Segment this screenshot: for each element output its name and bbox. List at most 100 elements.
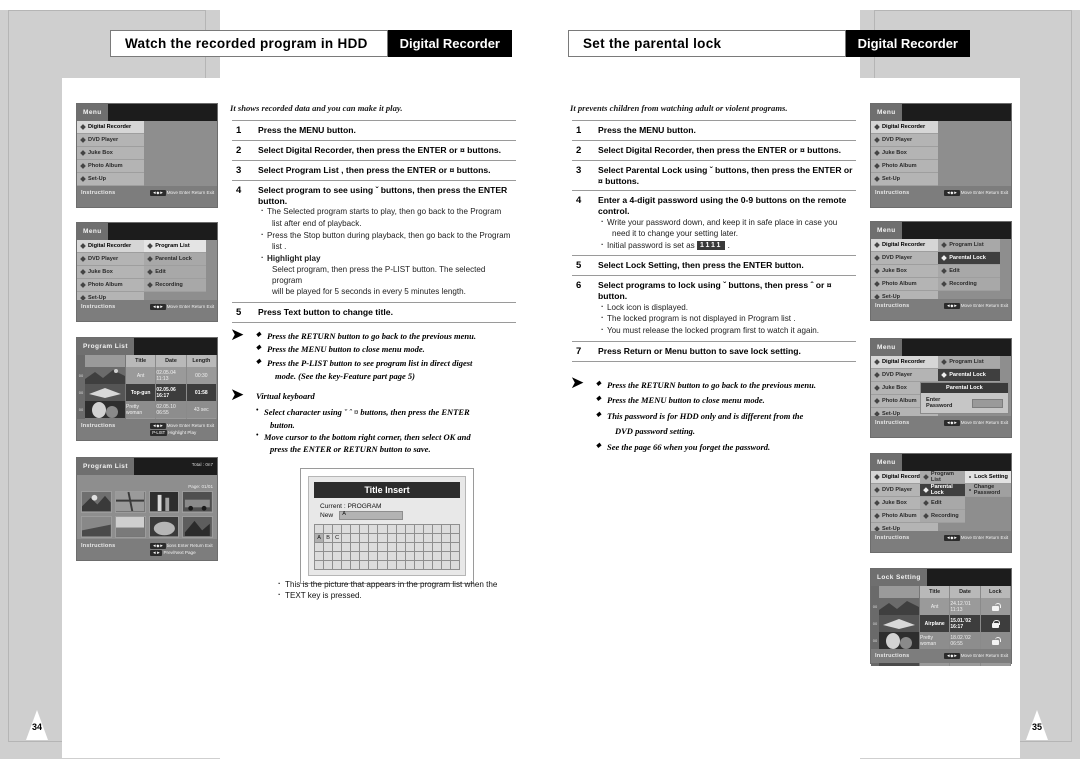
digest-grid[interactable]: [81, 491, 213, 538]
menu-item-dvd-player[interactable]: DVD Player: [871, 369, 939, 382]
submenu-item-parental-lock[interactable]: Parental Lock: [938, 252, 1000, 265]
kb-key[interactable]: [315, 561, 325, 570]
digest-thumb[interactable]: [114, 491, 146, 513]
kb-key[interactable]: [387, 561, 397, 570]
menu-item-juke-box[interactable]: Juke Box: [77, 147, 145, 160]
kb-key[interactable]: [414, 552, 424, 561]
kb-key[interactable]: [432, 543, 442, 552]
kb-key[interactable]: [414, 534, 424, 543]
table-row[interactable]: 00 Ant 02.05.04 11:13 00:30: [77, 367, 217, 384]
kb-key[interactable]: [414, 525, 424, 534]
digest-thumb[interactable]: [114, 516, 146, 538]
kb-key[interactable]: [342, 561, 352, 570]
kb-key[interactable]: [450, 525, 460, 534]
menu-item-photo-album[interactable]: Photo Album: [77, 279, 145, 292]
kb-key[interactable]: [423, 561, 433, 570]
cell-lock[interactable]: [980, 598, 1011, 615]
kb-key[interactable]: [324, 561, 334, 570]
kb-key[interactable]: [432, 561, 442, 570]
menu-item-juke-box[interactable]: Juke Box: [871, 265, 939, 278]
submenu-item-parental-lock[interactable]: Parental Lock: [938, 369, 1000, 382]
kb-key[interactable]: [315, 525, 325, 534]
kb-key-b[interactable]: B: [324, 534, 334, 543]
table-row[interactable]: 00 Pretty woman 02.05.10 06:55 43 sec: [77, 401, 217, 418]
kb-key[interactable]: [387, 525, 397, 534]
kb-key[interactable]: [324, 552, 334, 561]
submenu-item-edit[interactable]: Edit: [938, 265, 1000, 278]
kb-key[interactable]: [378, 561, 388, 570]
menu-item-dvd-player[interactable]: DVD Player: [77, 134, 145, 147]
menu-item-photo-album[interactable]: Photo Album: [871, 160, 939, 173]
kb-key[interactable]: [351, 543, 361, 552]
submenu-item-program-list[interactable]: Program List: [938, 356, 1000, 369]
menu-item-digital-recorder[interactable]: Digital Recorder: [77, 121, 145, 134]
menu-item-set-up[interactable]: Set-Up: [77, 173, 145, 186]
kb-key-a[interactable]: A: [315, 534, 325, 543]
kb-key[interactable]: [342, 552, 352, 561]
digest-thumb[interactable]: [148, 516, 180, 538]
submenu-item-edit[interactable]: Edit: [920, 497, 965, 510]
kb-key[interactable]: [396, 534, 406, 543]
menu-item-digital-recorder[interactable]: Digital Recorder: [77, 240, 145, 253]
kb-key-c[interactable]: C: [333, 534, 343, 543]
kb-key[interactable]: [396, 561, 406, 570]
kb-key[interactable]: [396, 525, 406, 534]
digest-thumb[interactable]: [182, 491, 213, 513]
kb-key[interactable]: [342, 534, 352, 543]
kb-key[interactable]: [378, 552, 388, 561]
kb-key[interactable]: [432, 552, 442, 561]
kb-key[interactable]: [387, 534, 397, 543]
cell-lock[interactable]: [980, 632, 1011, 649]
kb-key[interactable]: [351, 534, 361, 543]
kb-key[interactable]: [450, 552, 460, 561]
menu-item-dvd-player[interactable]: DVD Player: [871, 252, 939, 265]
menu-item-juke-box[interactable]: Juke Box: [871, 147, 939, 160]
kb-key[interactable]: [450, 534, 460, 543]
menu-item-digital-recorder[interactable]: Digital Recorder: [871, 121, 939, 134]
submenu-item-parental-lock[interactable]: Parental Lock: [920, 484, 965, 497]
kb-key[interactable]: [423, 534, 433, 543]
kb-key[interactable]: [333, 525, 343, 534]
kb-key[interactable]: [423, 552, 433, 561]
table-row[interactable]: 00 Pretty woman 18.02.'02 06:55: [871, 632, 1011, 649]
submenu-item-recording[interactable]: Recording: [920, 510, 965, 523]
menu-item-digital-recorder[interactable]: Digital Recorder: [871, 239, 939, 252]
submenu-item-program-list[interactable]: Program List: [144, 240, 206, 253]
kb-key[interactable]: [450, 561, 460, 570]
kb-key[interactable]: [441, 561, 451, 570]
kb-key[interactable]: [369, 525, 379, 534]
submenu-item-program-list[interactable]: Program List: [938, 239, 1000, 252]
kb-key[interactable]: [441, 525, 451, 534]
kb-key[interactable]: [405, 552, 415, 561]
kb-key[interactable]: [378, 525, 388, 534]
kb-key[interactable]: [333, 543, 343, 552]
kb-key[interactable]: [351, 525, 361, 534]
table-row[interactable]: 00 Ant 24.12.'01 11:13: [871, 598, 1011, 615]
kb-key[interactable]: [315, 552, 325, 561]
kb-key[interactable]: [432, 525, 442, 534]
kb-key[interactable]: [405, 534, 415, 543]
kb-key[interactable]: [378, 543, 388, 552]
kb-key[interactable]: [369, 543, 379, 552]
kb-key[interactable]: [360, 561, 370, 570]
kb-key[interactable]: [396, 543, 406, 552]
kb-key[interactable]: [324, 525, 334, 534]
cell-lock[interactable]: [980, 615, 1011, 632]
kb-key[interactable]: [414, 543, 424, 552]
password-input[interactable]: [971, 398, 1003, 408]
kb-key[interactable]: [405, 561, 415, 570]
kb-key[interactable]: [360, 525, 370, 534]
kb-key[interactable]: [405, 543, 415, 552]
kb-key[interactable]: [360, 534, 370, 543]
virtual-keyboard-grid[interactable]: A B C: [314, 524, 460, 570]
kb-key[interactable]: [441, 543, 451, 552]
table-row-selected[interactable]: 00 Top-gun 02.05.06 16:17 01:58: [77, 384, 217, 401]
submenu-item-edit[interactable]: Edit: [144, 266, 206, 279]
submenu-item-parental-lock[interactable]: Parental Lock: [144, 253, 206, 266]
kb-key[interactable]: [369, 534, 379, 543]
title-insert-new-field[interactable]: A: [339, 511, 404, 520]
kb-key[interactable]: [360, 543, 370, 552]
kb-key[interactable]: [369, 561, 379, 570]
kb-key[interactable]: [378, 534, 388, 543]
menu-item-photo-album[interactable]: Photo Album: [77, 160, 145, 173]
